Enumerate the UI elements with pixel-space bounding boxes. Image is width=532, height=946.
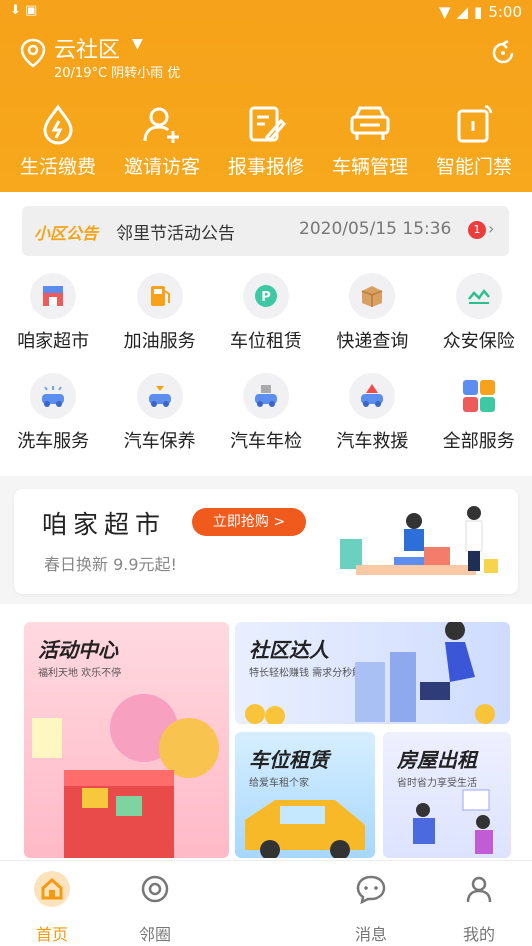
tab-label: 邻圈 xyxy=(138,925,171,944)
tab-circle[interactable]: 邻圈 xyxy=(115,869,195,945)
promo-title: 活动中心 xyxy=(38,638,118,662)
promo-parking-rental[interactable]: 车位租赁 给爱车租个家 xyxy=(235,732,375,858)
tab-home[interactable]: 首页 xyxy=(12,869,92,945)
supermarket-icon xyxy=(43,286,64,306)
location-pin-icon xyxy=(20,38,46,68)
promo-community-expert[interactable]: 社区达人 特长轻松赚钱 需求分秒解决 xyxy=(235,622,510,724)
buy-now-button[interactable]: 立即抢购 > xyxy=(192,508,306,536)
quick-action-repair[interactable]: 报事报修 xyxy=(214,100,318,179)
quick-action-label: 智能门禁 xyxy=(435,156,512,178)
service-rescue[interactable]: 汽车救援 xyxy=(319,364,425,464)
circle-icon xyxy=(141,875,169,903)
banner-title: 咱家超市 xyxy=(42,510,167,539)
service-supermarket[interactable]: 咱家超市 xyxy=(0,264,106,364)
promo-subtitle: 福利天地 欢乐不停 xyxy=(38,668,122,679)
notice-tag: 小区公告 xyxy=(34,224,99,243)
service-maintenance[interactable]: 汽车保养 xyxy=(106,364,212,464)
message-icon xyxy=(356,875,386,905)
bottom-tab-bar: 首页 邻圈 消息 我的 xyxy=(0,860,532,946)
quick-action-label: 生活缴费 xyxy=(19,156,96,178)
service-label: 全部服务 xyxy=(442,431,515,452)
service-label: 车位租赁 xyxy=(229,331,302,352)
service-inspection[interactable]: 汽车年检 xyxy=(213,364,319,464)
quick-action-invite[interactable]: 邀请访客 xyxy=(110,100,214,179)
quick-action-vehicle[interactable]: 车辆管理 xyxy=(318,100,422,179)
rental-illustration xyxy=(413,789,493,854)
tab-label: 消息 xyxy=(354,925,387,944)
service-fuel[interactable]: 加油服务 xyxy=(106,264,212,364)
home-icon xyxy=(34,871,70,907)
all-services-icon xyxy=(462,380,495,412)
notice-badge: 1 xyxy=(468,221,486,239)
tab-profile[interactable]: 我的 xyxy=(439,869,519,945)
quick-action-label: 报事报修 xyxy=(227,156,304,178)
car-rescue-icon xyxy=(361,384,384,407)
service-insurance[interactable]: 众安保险 xyxy=(426,264,532,364)
fuel-icon xyxy=(150,286,170,306)
service-label: 汽车救援 xyxy=(336,431,409,452)
service-label: 洗车服务 xyxy=(17,431,90,452)
weather-text: 20/19°C 阴转小雨 优 xyxy=(54,66,181,81)
header: ⬇ ▣ ▼ ◢ ▮ 5:00 云社区 ▼ 20/19°C 阴转小雨 优 生活缴费… xyxy=(0,0,532,192)
community-selector[interactable]: 云社区 ▼ 20/19°C 阴转小雨 优 xyxy=(20,32,320,82)
chevron-right-icon: › xyxy=(488,219,495,238)
service-all[interactable]: 全部服务 xyxy=(426,364,532,464)
notice-text: 邻里节活动公告 xyxy=(116,224,235,244)
promo-activity-center[interactable]: 活动中心 福利天地 欢乐不停 xyxy=(24,622,229,858)
car-wash-icon xyxy=(42,386,65,407)
quick-action-label: 车辆管理 xyxy=(331,156,408,178)
banner-subtitle: 春日换新 9.9元起! xyxy=(44,555,177,574)
service-carwash[interactable]: 洗车服务 xyxy=(0,364,106,464)
car-inspection-icon xyxy=(254,385,277,407)
car-icon xyxy=(350,106,390,140)
promo-house-rental[interactable]: 房屋出租 省时省力享受生活 xyxy=(383,732,511,858)
status-time: 5:00 xyxy=(488,3,522,21)
package-icon xyxy=(362,286,383,307)
notification-icons: ⬇ ▣ xyxy=(10,3,38,18)
insurance-icon xyxy=(467,288,490,304)
refresh-icon[interactable] xyxy=(488,38,518,68)
svg-text:P: P xyxy=(261,290,271,305)
service-express[interactable]: 快递查询 xyxy=(319,264,425,364)
door-access-icon xyxy=(457,104,493,143)
car-maintenance-icon xyxy=(148,386,171,407)
wifi-icon: ▼ xyxy=(438,3,451,21)
service-label: 众安保险 xyxy=(442,331,515,352)
service-label: 加油服务 xyxy=(123,331,196,352)
promo-title: 房屋出租 xyxy=(397,748,477,772)
promo-section: 活动中心 福利天地 欢乐不停 社区达人 特长轻松赚钱 需求分秒解决 车位租赁 给… xyxy=(0,604,532,860)
repair-icon xyxy=(249,106,287,143)
signal-icon: ◢ xyxy=(456,3,469,21)
service-label: 咱家超市 xyxy=(17,331,90,352)
tab-label: 首页 xyxy=(35,925,68,944)
quick-action-door[interactable]: 智能门禁 xyxy=(422,100,526,179)
taxi-illustration xyxy=(245,800,365,858)
service-label: 快递查询 xyxy=(336,331,409,352)
promo-title: 车位租赁 xyxy=(249,748,329,772)
supermarket-banner[interactable]: 咱家超市 立即抢购 > 春日换新 9.9元起! xyxy=(14,489,518,594)
status-bar: ⬇ ▣ ▼ ◢ ▮ 5:00 xyxy=(0,0,532,26)
chevron-down-icon: ▼ xyxy=(132,36,143,52)
tab-label: 我的 xyxy=(462,925,495,944)
services-section: 咱家超市 加油服务 P 车位租赁 快递查询 众安保险 洗车服务 汽车保养 汽车年检… xyxy=(0,264,532,476)
shopping-illustration xyxy=(340,506,498,575)
quick-action-label: 邀请访客 xyxy=(123,156,200,178)
invite-user-icon xyxy=(143,107,179,143)
battery-icon: ▮ xyxy=(474,3,483,21)
service-label: 汽车保养 xyxy=(123,431,196,452)
quick-action-bill[interactable]: 生活缴费 xyxy=(6,100,110,179)
parking-icon: P xyxy=(254,285,277,307)
notice-bar[interactable]: 小区公告 邻里节活动公告 2020/05/15 15:36 1 › xyxy=(22,206,509,256)
runner-illustration xyxy=(245,622,495,724)
gift-balloon-illustration xyxy=(32,694,219,858)
community-name: 云社区 xyxy=(54,38,121,63)
service-label: 汽车年检 xyxy=(229,431,302,452)
profile-icon xyxy=(466,876,492,903)
quick-actions: 生活缴费 邀请访客 报事报修 车辆管理 智能门禁 xyxy=(0,100,532,179)
tab-messages[interactable]: 消息 xyxy=(331,869,411,945)
service-parking[interactable]: P 车位租赁 xyxy=(213,264,319,364)
notice-date: 2020/05/15 15:36 xyxy=(299,219,452,239)
bill-drop-icon xyxy=(43,104,73,145)
